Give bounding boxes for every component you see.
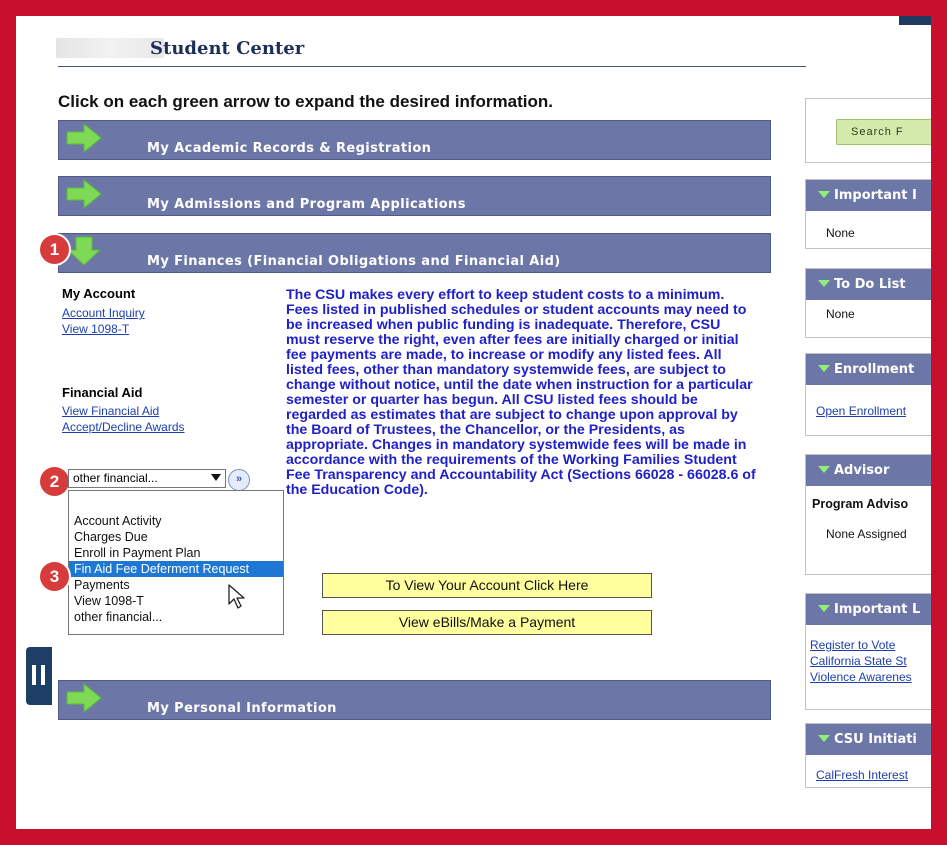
corner-tab bbox=[899, 16, 931, 25]
panel-text: None bbox=[826, 307, 855, 321]
dropdown-option[interactable]: View 1098-T bbox=[69, 593, 283, 609]
financial-aid-heading: Financial Aid bbox=[62, 385, 143, 400]
section-label: My Personal Information bbox=[147, 701, 337, 716]
double-chevron-right-icon[interactable]: » bbox=[228, 469, 250, 491]
collapse-triangle-icon[interactable] bbox=[818, 466, 830, 473]
section-personal-information[interactable]: My Personal Information bbox=[58, 680, 771, 720]
open-enrollment-link[interactable]: Open Enrollment bbox=[816, 404, 906, 418]
view-ebills-button[interactable]: View eBills/Make a Payment bbox=[322, 610, 652, 635]
view-account-button[interactable]: To View Your Account Click Here bbox=[322, 573, 652, 598]
advisor-heading: Program Adviso bbox=[812, 497, 909, 511]
important-info-panel: Important I None bbox=[805, 179, 931, 249]
collapse-triangle-icon[interactable] bbox=[818, 191, 830, 198]
title-divider bbox=[58, 66, 806, 67]
panel-header[interactable]: To Do List bbox=[806, 269, 931, 300]
my-account-heading: My Account bbox=[62, 286, 136, 301]
account-inquiry-link[interactable]: Account Inquiry bbox=[62, 306, 145, 320]
accept-decline-awards-link[interactable]: Accept/Decline Awards bbox=[62, 420, 185, 434]
blurred-user-name bbox=[56, 38, 164, 58]
step-badge-1: 1 bbox=[40, 235, 69, 264]
search-button[interactable]: Search F bbox=[836, 119, 931, 145]
other-financial-select[interactable]: other financial... bbox=[68, 469, 226, 488]
section-label: My Admissions and Program Applications bbox=[147, 197, 466, 212]
section-label: My Academic Records & Registration bbox=[147, 141, 432, 156]
panel-header[interactable]: CSU Initiati bbox=[806, 724, 931, 755]
panel-header[interactable]: Enrollment bbox=[806, 354, 931, 385]
panel-header[interactable]: Important I bbox=[806, 180, 931, 211]
collapse-triangle-icon[interactable] bbox=[818, 280, 830, 287]
calfresh-interest-link[interactable]: CalFresh Interest bbox=[816, 768, 908, 782]
advisor-text: None Assigned bbox=[826, 527, 907, 541]
financial-options-dropdown[interactable]: Account Activity Charges Due Enroll in P… bbox=[68, 490, 284, 635]
violence-awareness-link[interactable]: Violence Awarenes bbox=[810, 670, 912, 684]
dropdown-option[interactable]: Charges Due bbox=[69, 529, 283, 545]
view-1098t-link[interactable]: View 1098-T bbox=[62, 322, 129, 336]
select-value: other financial... bbox=[73, 471, 158, 485]
section-my-finances[interactable]: My Finances (Financial Obligations and F… bbox=[58, 233, 771, 273]
csu-initiatives-panel: CSU Initiati CalFresh Interest bbox=[805, 723, 931, 788]
collapse-triangle-icon[interactable] bbox=[818, 735, 830, 742]
section-academic-records[interactable]: My Academic Records & Registration bbox=[58, 120, 771, 160]
instruction-text: Click on each green arrow to expand the … bbox=[58, 92, 553, 111]
advisor-panel: Advisor Program Adviso None Assigned bbox=[805, 454, 931, 575]
register-to-vote-link[interactable]: Register to Vote bbox=[810, 638, 895, 652]
search-panel: Search F bbox=[805, 98, 931, 163]
chevron-down-icon bbox=[211, 474, 221, 481]
step-badge-3: 3 bbox=[40, 562, 69, 591]
student-center-page: Student Center Click on each green arrow… bbox=[16, 16, 931, 829]
green-arrow-icon[interactable] bbox=[66, 683, 102, 713]
panel-header[interactable]: Important L bbox=[806, 594, 931, 625]
view-financial-aid-link[interactable]: View Financial Aid bbox=[62, 404, 159, 418]
mouse-pointer-icon bbox=[228, 584, 245, 609]
dropdown-option[interactable]: Enroll in Payment Plan bbox=[69, 545, 283, 561]
section-label: My Finances (Financial Obligations and F… bbox=[147, 254, 561, 269]
dropdown-option[interactable]: other financial... bbox=[69, 609, 283, 625]
collapse-triangle-icon[interactable] bbox=[818, 365, 830, 372]
green-arrow-down-icon[interactable] bbox=[66, 236, 102, 266]
fee-policy-text: The CSU makes every effort to keep stude… bbox=[286, 287, 756, 498]
california-state-link[interactable]: California State St bbox=[810, 654, 907, 668]
green-arrow-icon[interactable] bbox=[66, 123, 102, 153]
enrollment-panel: Enrollment Open Enrollment bbox=[805, 353, 931, 436]
green-arrow-icon[interactable] bbox=[66, 179, 102, 209]
collapse-triangle-icon[interactable] bbox=[818, 605, 830, 612]
pause-icon[interactable] bbox=[26, 647, 52, 705]
panel-text: None bbox=[826, 226, 855, 240]
dropdown-option[interactable]: Payments bbox=[69, 577, 283, 593]
dropdown-option[interactable]: Account Activity bbox=[69, 513, 283, 529]
page-title: Student Center bbox=[150, 38, 305, 59]
step-badge-2: 2 bbox=[40, 467, 69, 496]
important-links-panel: Important L Register to Vote California … bbox=[805, 593, 931, 710]
section-admissions[interactable]: My Admissions and Program Applications bbox=[58, 176, 771, 216]
todo-list-panel: To Do List None bbox=[805, 268, 931, 338]
dropdown-option-selected[interactable]: Fin Aid Fee Deferment Request bbox=[69, 561, 283, 577]
panel-header[interactable]: Advisor bbox=[806, 455, 931, 486]
